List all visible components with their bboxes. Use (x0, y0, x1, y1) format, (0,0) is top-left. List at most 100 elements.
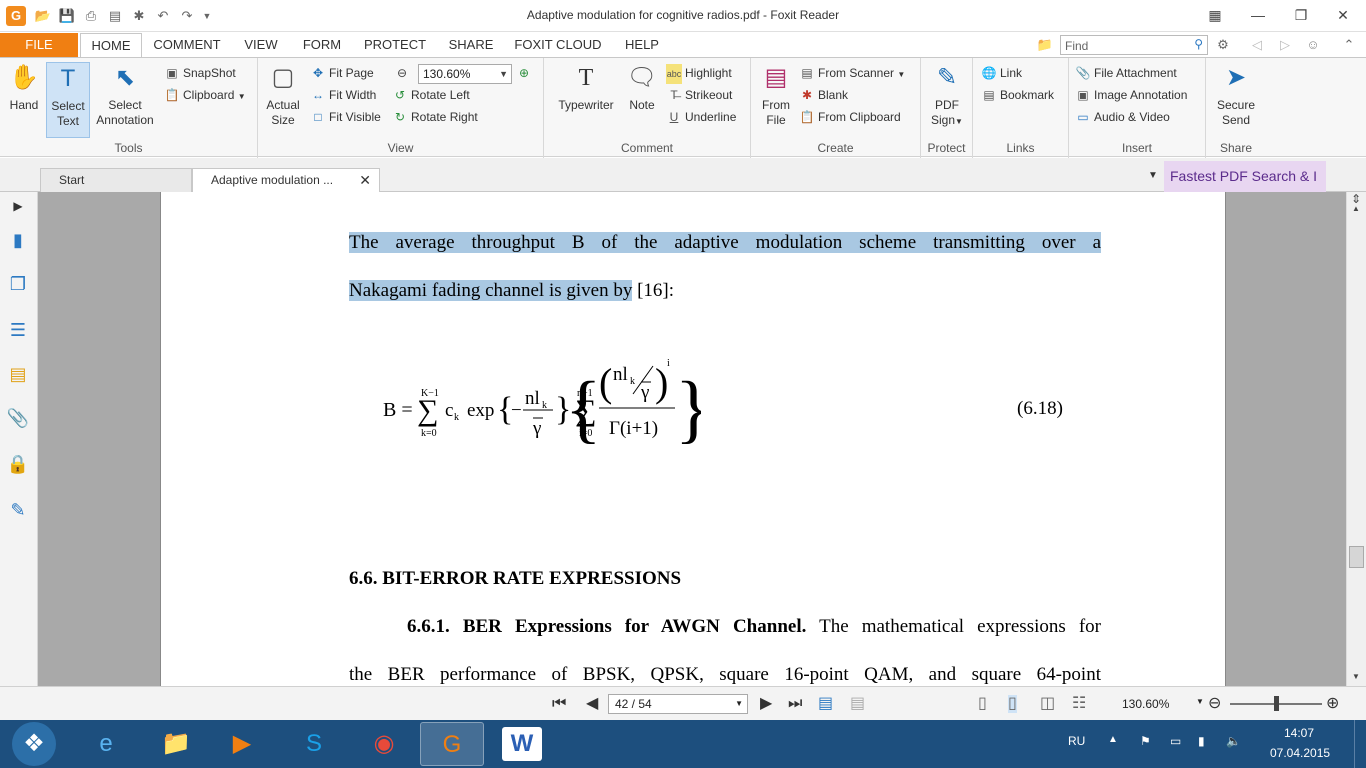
previous-view-icon[interactable]: ▤ (818, 695, 833, 713)
file-attachment-button[interactable]: 📎 File Attachment (1075, 63, 1177, 83)
tab-form[interactable]: FORM (298, 33, 346, 57)
find-folder-icon[interactable]: 📁 (1036, 36, 1054, 54)
next-page-icon[interactable]: ▶ (760, 695, 772, 713)
zoom-select[interactable]: 130.60% ▼ (418, 64, 512, 84)
next-view-icon[interactable]: ▤ (850, 695, 865, 713)
highlight-button[interactable]: abc Highlight (666, 63, 732, 84)
file-explorer-icon[interactable]: 📁 (144, 722, 208, 766)
tab-help[interactable]: HELP (618, 33, 666, 57)
security-lock-icon[interactable]: 🔒 (6, 452, 30, 476)
back-icon[interactable]: ◁ (1248, 36, 1266, 54)
continuous-page-icon[interactable]: ▯ (1008, 695, 1017, 713)
scroll-up-icon[interactable]: ▲ (1352, 204, 1360, 213)
image-annotation-button[interactable]: ▣ Image Annotation (1075, 85, 1187, 105)
attachments-icon[interactable]: 📎 (6, 406, 30, 430)
audio-video-button[interactable]: ▭ Audio & Video (1075, 107, 1170, 127)
find-input[interactable]: Find ⚲ (1060, 35, 1208, 55)
zoom-slider-thumb[interactable] (1274, 696, 1279, 711)
snapshot-button[interactable]: ▣ SnapShot (164, 63, 235, 83)
show-desktop-button[interactable] (1354, 720, 1366, 768)
media-player-icon[interactable]: ▶ (210, 722, 274, 766)
tab-view[interactable]: VIEW (236, 33, 286, 57)
scroll-down-icon[interactable]: ▼ (1352, 672, 1360, 681)
secure-send-button[interactable]: ➤ Secure Send (1212, 62, 1260, 128)
from-file-button[interactable]: ▤ From File (757, 62, 795, 128)
volume-icon[interactable]: 🔈 (1226, 734, 1241, 748)
actual-size-button[interactable]: ▢ Actual Size (262, 62, 304, 128)
action-center-icon[interactable]: ⚑ (1140, 734, 1151, 748)
chrome-icon[interactable]: ◉ (352, 722, 416, 766)
language-indicator[interactable]: RU (1068, 734, 1085, 748)
first-page-icon[interactable]: ⏮ (552, 695, 566, 713)
clock-date[interactable]: 07.04.2015 (1270, 746, 1330, 760)
word-icon[interactable]: W (502, 727, 542, 761)
underline-button[interactable]: U Underline (666, 107, 737, 127)
from-scanner-button[interactable]: ▤ From Scanner ▼ (799, 63, 905, 83)
bookmarks-icon[interactable]: ▮ (6, 228, 30, 252)
tray-expand-icon[interactable]: ▲ (1108, 734, 1118, 745)
rotate-left-button[interactable]: ↺ Rotate Left (392, 85, 470, 105)
restore-button[interactable]: ❐ (1286, 4, 1316, 26)
link-button[interactable]: 🌐 Link (981, 63, 1023, 83)
bookmark-button[interactable]: ▤ Bookmark (981, 85, 1054, 105)
battery-icon[interactable]: ▭ (1170, 734, 1181, 748)
select-annotation-button[interactable]: ⬉ Select Annotation (92, 62, 158, 128)
clock-time[interactable]: 14:07 (1284, 726, 1314, 740)
foxit-reader-taskbar-icon[interactable]: G (420, 722, 484, 766)
last-page-icon[interactable]: ⏭ (788, 695, 802, 713)
tab-protect[interactable]: PROTECT (358, 33, 432, 57)
search-icon[interactable]: ⚲ (1194, 37, 1203, 51)
comments-icon[interactable]: ▤ (6, 362, 30, 386)
tab-comment[interactable]: COMMENT (150, 33, 224, 57)
tab-document[interactable]: Adaptive modulation ... ✕ (192, 168, 380, 193)
rotate-right-button[interactable]: ↻ Rotate Right (392, 107, 478, 127)
close-tab-icon[interactable]: ✕ (359, 169, 371, 191)
hand-button[interactable]: ✋ Hand (4, 62, 44, 113)
strikeout-button[interactable]: T̶ Strikeout (666, 85, 732, 105)
zoom-in-button[interactable]: ⊕ (516, 63, 535, 83)
status-zoom-in-icon[interactable]: ⊕ (1326, 695, 1339, 713)
tab-foxit-cloud[interactable]: FOXIT CLOUD (510, 33, 606, 57)
facing-pages-icon[interactable]: ◫ (1040, 695, 1055, 713)
internet-explorer-icon[interactable]: e (74, 722, 138, 766)
vertical-scrollbar[interactable]: ⇕ ▲ ▼ (1346, 192, 1366, 686)
gear-icon[interactable]: ⚙ (1214, 36, 1232, 54)
fit-page-button[interactable]: ✥ Fit Page (310, 63, 374, 83)
tab-home[interactable]: HOME (80, 33, 142, 58)
continuous-facing-icon[interactable]: ☷ (1072, 695, 1086, 713)
ribbon-display-icon[interactable]: ▦ (1200, 4, 1230, 26)
signatures-icon[interactable]: ✎ (6, 498, 30, 522)
minimize-button[interactable]: — (1243, 4, 1273, 26)
pdf-page[interactable]: The average throughput B of the adaptive… (160, 192, 1226, 686)
start-button[interactable]: ❖ (12, 722, 56, 766)
note-button[interactable]: 🗨 Note (622, 62, 662, 113)
tab-file[interactable]: FILE (0, 33, 78, 57)
scroll-thumb[interactable] (1349, 546, 1364, 568)
pages-icon[interactable]: ❐ (6, 272, 30, 296)
status-zoom-out-icon[interactable]: ⊖ (1208, 695, 1221, 713)
tab-list-icon[interactable]: ▼ (1148, 170, 1158, 181)
previous-page-icon[interactable]: ◀ (586, 695, 598, 713)
zoom-out-button[interactable]: ⊖ (394, 63, 413, 83)
ad-banner[interactable]: Fastest PDF Search & I (1164, 161, 1326, 192)
close-button[interactable]: ✕ (1328, 4, 1358, 26)
select-text-button[interactable]: T Select Text (46, 62, 90, 138)
tab-share[interactable]: SHARE (442, 33, 500, 57)
fit-width-button[interactable]: ↔ Fit Width (310, 85, 376, 105)
typewriter-button[interactable]: T Typewriter (550, 62, 622, 113)
user-icon[interactable]: ☺ (1304, 36, 1322, 54)
single-page-icon[interactable]: ▯ (978, 695, 987, 713)
blank-button[interactable]: ✱ Blank (799, 85, 848, 105)
from-clipboard-button[interactable]: 📋 From Clipboard (799, 107, 901, 127)
tab-start[interactable]: Start (40, 168, 192, 192)
skype-icon[interactable]: S (282, 722, 346, 766)
layers-icon[interactable]: ☰ (6, 318, 30, 342)
network-icon[interactable]: ▮ (1198, 734, 1205, 748)
clipboard-button[interactable]: 📋 Clipboard ▼ (164, 85, 246, 105)
fit-visible-button[interactable]: □ Fit Visible (310, 107, 380, 127)
collapse-ribbon-icon[interactable]: ⌃ (1340, 36, 1358, 54)
zoom-dropdown-icon[interactable]: ▼ (1196, 697, 1204, 706)
page-number-input[interactable]: 42 / 54 ▼ (608, 694, 748, 714)
expand-panel-icon[interactable]: ▶ (6, 194, 30, 218)
pdf-sign-button[interactable]: ✎ PDF Sign▼ (925, 62, 969, 129)
